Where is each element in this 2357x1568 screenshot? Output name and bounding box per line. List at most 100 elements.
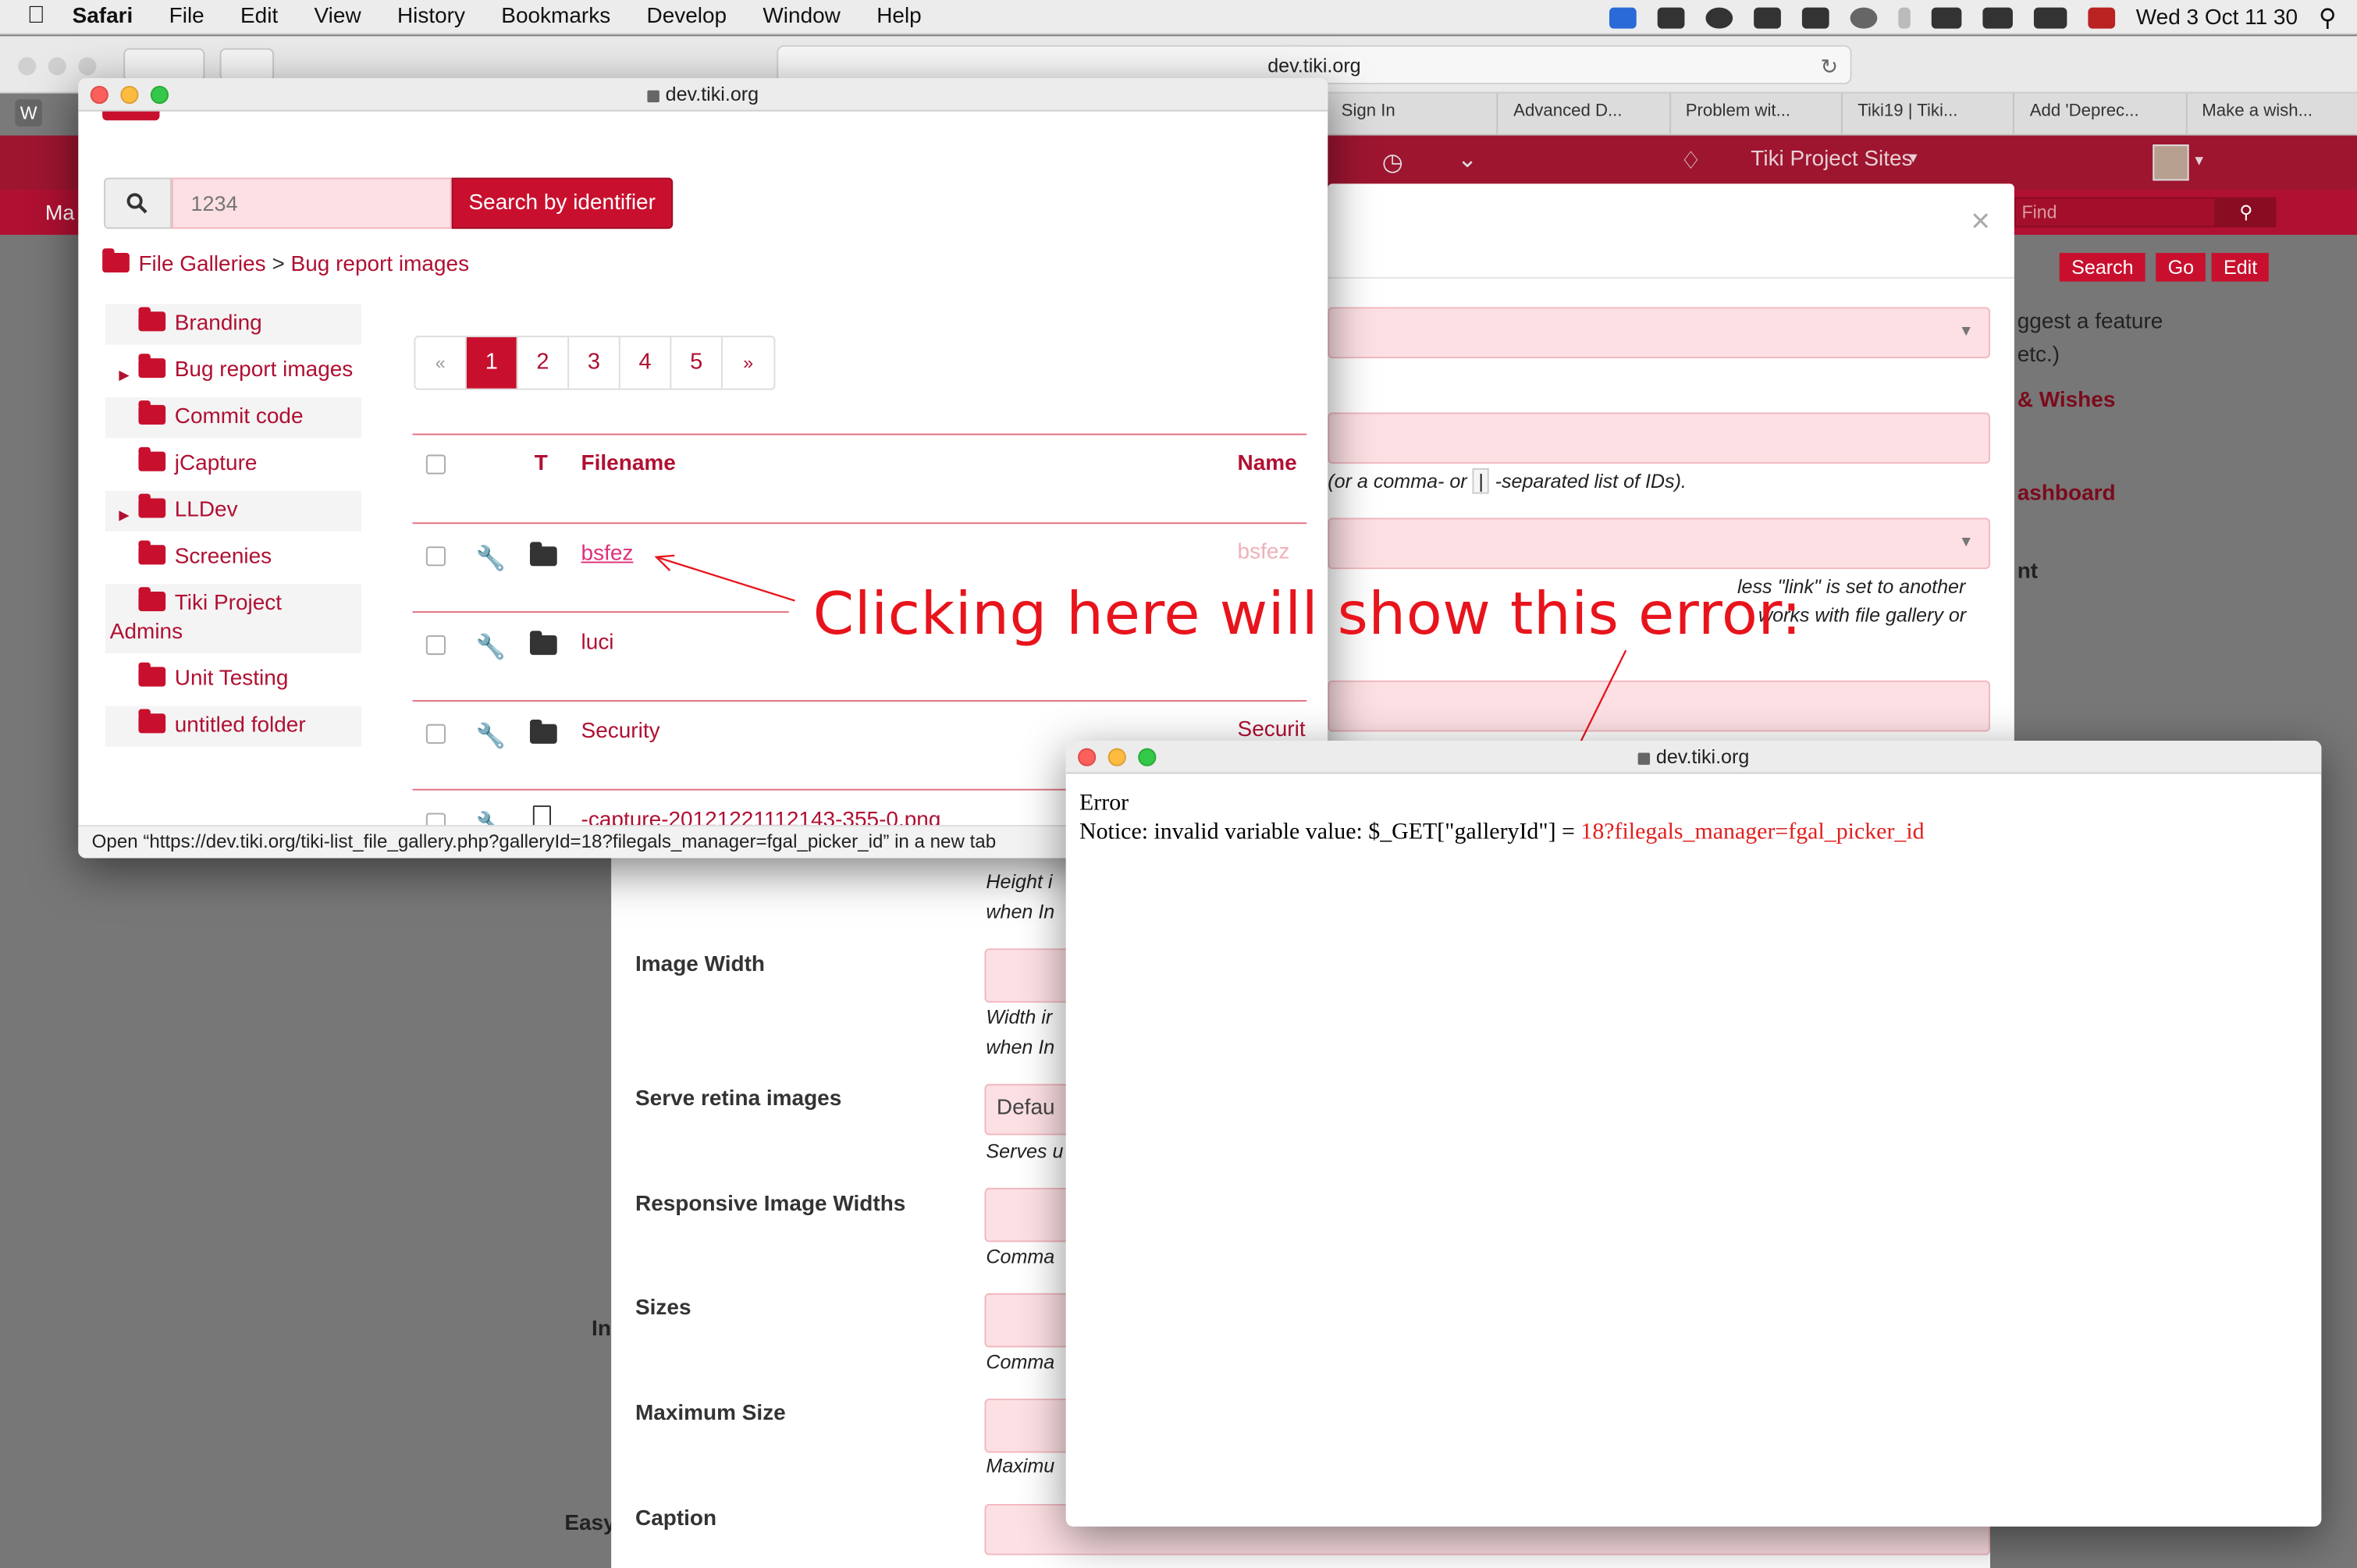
site-nav-partial[interactable]: Ma [45, 201, 75, 225]
menu-app[interactable]: Safari [73, 5, 133, 29]
menu-help[interactable]: Help [876, 5, 922, 29]
wrench-icon[interactable]: 🔧 [476, 721, 506, 752]
folder-icon [138, 400, 166, 425]
bell-icon[interactable]: ♢ [1680, 146, 1702, 176]
select-all-checkbox[interactable] [425, 454, 446, 475]
image-width-input[interactable] [984, 948, 1075, 1003]
menu-bookmarks[interactable]: Bookmarks [501, 5, 610, 29]
label-serve-retina: Serve retina images [635, 1086, 842, 1111]
tab[interactable]: Problem wit... [1669, 93, 1841, 134]
tree-item[interactable]: Tiki Project Admins [105, 584, 361, 654]
tab[interactable]: Sign In [1324, 93, 1497, 134]
menu-view[interactable]: View [315, 5, 361, 29]
page-next[interactable]: » [723, 337, 774, 389]
spotlight-icon[interactable]: ⚲ [2319, 2, 2337, 33]
minimize-window-button[interactable] [1107, 748, 1126, 766]
column-type[interactable]: T [535, 452, 548, 476]
find-input[interactable]: Find [2014, 197, 2217, 228]
tab[interactable]: Advanced D... [1496, 93, 1669, 134]
row-checkbox[interactable] [425, 546, 446, 567]
tree-item[interactable]: ▶ LLDev [105, 490, 361, 532]
row-checkbox[interactable] [425, 635, 446, 656]
column-name[interactable]: Name [1238, 452, 1297, 476]
sidebar-toggle-button[interactable] [219, 48, 275, 82]
page-2[interactable]: 2 [518, 337, 570, 389]
favorite-icon[interactable]: W [15, 99, 43, 127]
page-1[interactable]: 1 [466, 337, 518, 389]
menu-develop[interactable]: Develop [646, 5, 727, 29]
filename-link[interactable]: luci [581, 631, 614, 655]
back-forward-buttons[interactable] [123, 48, 205, 82]
wrench-icon[interactable]: 🔧 [476, 543, 506, 574]
page-3[interactable]: 3 [569, 337, 620, 389]
menu-window[interactable]: Window [763, 5, 840, 29]
time-machine-icon[interactable] [1850, 6, 1877, 28]
creative-cloud-icon[interactable] [1657, 6, 1685, 28]
filename-link[interactable]: Security [581, 720, 660, 744]
caret-right-icon[interactable]: ▶ [119, 501, 129, 530]
row-checkbox[interactable] [425, 724, 446, 744]
tree-item[interactable]: untitled folder [105, 706, 361, 747]
page-4[interactable]: 4 [620, 337, 672, 389]
maximum-size-input[interactable] [984, 1398, 1075, 1453]
minimize-window-button[interactable] [120, 85, 139, 105]
bluetooth-icon[interactable] [1897, 6, 1911, 28]
page-prev[interactable]: « [415, 337, 467, 389]
zoom-window-button[interactable] [1138, 748, 1157, 766]
modal-select[interactable]: ▼ [1328, 517, 1991, 570]
breadcrumb-current[interactable]: Bug report images [291, 253, 470, 277]
avatar[interactable] [2153, 144, 2189, 181]
tab[interactable]: Tiki19 | Tiki... [1841, 93, 2014, 134]
responsive-widths-input[interactable] [984, 1187, 1075, 1243]
wifi-icon[interactable] [1982, 6, 2013, 28]
clock-icon[interactable]: ◷ [1382, 148, 1403, 178]
sizes-input[interactable] [984, 1292, 1075, 1348]
volume-icon[interactable] [1931, 6, 1961, 28]
menu-edit[interactable]: Edit [240, 5, 278, 29]
battery-icon[interactable] [2033, 6, 2067, 28]
reload-icon[interactable]: ↻ [1821, 47, 1839, 86]
filename-link[interactable]: bsfez [581, 542, 634, 566]
close-icon[interactable]: × [1971, 201, 1990, 240]
app-status-icon[interactable] [1609, 6, 1637, 28]
search-by-identifier-button[interactable]: Search by identifier [451, 177, 674, 229]
caret-right-icon[interactable]: ▶ [119, 361, 129, 390]
go-button[interactable]: Go [2156, 253, 2206, 282]
page-5[interactable]: 5 [671, 337, 723, 389]
column-filename[interactable]: Filename [581, 452, 676, 476]
notification-icon[interactable] [1801, 6, 1829, 28]
tree-item[interactable]: Commit code [105, 397, 361, 439]
tree-item[interactable]: Unit Testing [105, 659, 361, 700]
sidebar-heading[interactable]: & Wishes [2017, 389, 2116, 413]
breadcrumb-root[interactable]: File Galleries [138, 253, 265, 277]
search-button[interactable]: Search [2059, 253, 2146, 282]
zoom-window-button[interactable] [150, 85, 169, 105]
modal-input[interactable] [1328, 680, 1991, 732]
modal-input[interactable] [1328, 412, 1991, 464]
clock[interactable]: Wed 3 Oct 11 30 [2136, 5, 2298, 30]
menu-history[interactable]: History [397, 5, 465, 29]
tab[interactable]: Add 'Deprec... [2013, 93, 2186, 134]
tree-item[interactable]: Screenies [105, 537, 361, 578]
modal-select[interactable]: ▼ [1328, 307, 1991, 359]
apple-icon[interactable]:  [27, 3, 45, 30]
tree-item[interactable]: Branding [105, 304, 361, 345]
serve-retina-select[interactable]: Defau [984, 1083, 1075, 1136]
top-button-partial[interactable] [102, 111, 160, 121]
identifier-input[interactable] [171, 177, 452, 229]
wrench-icon[interactable]: 🔧 [476, 632, 506, 663]
tree-item[interactable]: ▶ Bug report images [105, 350, 361, 392]
project-sites-menu[interactable]: Tiki Project Sites [1751, 148, 1912, 172]
tree-item[interactable]: jCapture [105, 444, 361, 485]
chevron-down-icon[interactable]: ⌄ [1457, 144, 1477, 175]
flag-icon[interactable] [2088, 6, 2115, 28]
close-window-button[interactable] [1078, 748, 1097, 766]
box-icon[interactable] [1753, 6, 1781, 28]
menu-file[interactable]: File [169, 5, 204, 29]
password-icon[interactable] [1705, 6, 1733, 28]
tab[interactable]: Make a wish... [2185, 93, 2357, 134]
close-window-button[interactable] [90, 85, 108, 105]
edit-button[interactable]: Edit [2211, 253, 2270, 282]
sidebar-heading[interactable]: ashboard [2017, 482, 2116, 506]
find-search-icon[interactable]: ⚲ [2216, 197, 2277, 228]
